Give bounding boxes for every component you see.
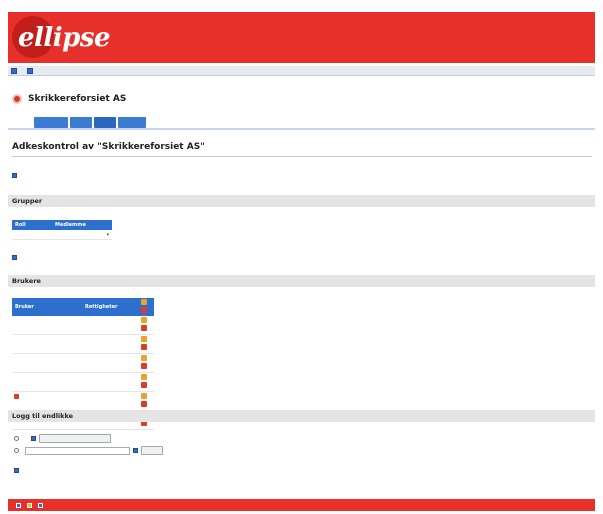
footer-bar	[8, 499, 595, 511]
user-rights	[82, 391, 138, 411]
edit-icon	[141, 299, 147, 305]
logo-text: ellipse	[18, 23, 111, 53]
table-row[interactable]	[12, 353, 154, 373]
tab-bar	[34, 117, 146, 128]
option-2-radio[interactable]	[14, 448, 19, 453]
delete-icon	[141, 307, 147, 313]
tab-2[interactable]	[70, 117, 92, 128]
groups-table: Roll Medlemme ▾	[12, 220, 112, 240]
option-2-row	[14, 446, 163, 455]
option-1-radio[interactable]	[14, 436, 19, 441]
page-title: Adkeskontrol av "Skrikkereforsiet AS"	[12, 142, 205, 152]
row-actions	[138, 316, 154, 335]
table-row[interactable]	[12, 334, 154, 354]
info-line	[12, 173, 20, 178]
tab-3[interactable]	[94, 117, 116, 128]
app-header: ellipse	[8, 12, 595, 63]
user-rights	[82, 334, 138, 354]
tab-underline	[8, 128, 595, 130]
column-header[interactable]: Rettigheter	[82, 298, 138, 316]
table-row[interactable]: ▾	[12, 230, 112, 240]
tab-4[interactable]	[118, 117, 146, 128]
row-actions	[138, 353, 154, 373]
record-header: Skrikkereforsiet AS	[12, 94, 126, 104]
column-header[interactable]: Bruker	[12, 298, 82, 316]
delete-icon[interactable]	[141, 325, 147, 331]
footer-icon	[38, 502, 43, 508]
user-rights	[82, 372, 138, 392]
group-member-cell: ▾	[52, 230, 112, 240]
info-icon	[12, 173, 17, 178]
option-2-input[interactable]	[25, 446, 130, 455]
footer-icon	[27, 502, 32, 508]
info-icon	[31, 436, 36, 441]
section-inheritance: Logg til endlikke	[8, 410, 595, 422]
tab-1[interactable]	[34, 117, 68, 128]
footer-icon	[16, 502, 21, 508]
footer-item[interactable]	[27, 502, 34, 508]
toolbar-item[interactable]	[27, 67, 35, 74]
section-users: Brukere	[8, 275, 595, 287]
option-1-row	[14, 434, 111, 443]
edit-icon[interactable]	[141, 317, 147, 323]
record-icon	[12, 94, 22, 104]
user-name	[12, 353, 82, 373]
footer-item[interactable]	[16, 502, 23, 508]
user-name	[12, 334, 82, 354]
table-row[interactable]	[12, 316, 154, 335]
edit-icon[interactable]	[141, 374, 147, 380]
row-actions	[138, 391, 154, 411]
footer-item[interactable]	[38, 502, 45, 508]
save-link[interactable]	[14, 468, 22, 473]
delete-icon[interactable]	[141, 401, 147, 407]
column-header-actions	[138, 298, 154, 316]
logo[interactable]: ellipse	[12, 16, 111, 58]
user-rights	[82, 353, 138, 373]
toolbar-icon	[27, 67, 33, 74]
add-icon	[12, 255, 17, 260]
user-name	[12, 316, 82, 335]
top-toolbar	[8, 66, 595, 76]
group-role-cell	[12, 230, 52, 240]
add-user-link[interactable]	[14, 394, 22, 399]
save-icon	[14, 468, 19, 473]
row-actions	[138, 334, 154, 354]
delete-icon[interactable]	[141, 344, 147, 350]
edit-icon[interactable]	[141, 355, 147, 361]
user-name	[12, 372, 82, 392]
edit-icon[interactable]	[141, 393, 147, 399]
column-header[interactable]: Roll	[12, 220, 52, 230]
section-groups: Grupper	[8, 195, 595, 207]
user-rights	[82, 316, 138, 335]
record-title: Skrikkereforsiet AS	[28, 94, 127, 104]
table-row[interactable]	[12, 372, 154, 392]
chevron-down-icon[interactable]: ▾	[106, 232, 109, 238]
table-row[interactable]	[12, 391, 154, 411]
toolbar-icon	[11, 67, 17, 74]
search-icon[interactable]	[133, 448, 138, 453]
add-icon	[14, 394, 19, 399]
row-actions	[138, 372, 154, 392]
option-1-button[interactable]	[39, 434, 111, 443]
user-name	[12, 391, 82, 411]
delete-icon[interactable]	[141, 363, 147, 369]
option-2-button[interactable]	[141, 446, 163, 455]
column-header[interactable]: Medlemme	[52, 220, 112, 230]
delete-icon[interactable]	[141, 382, 147, 388]
edit-icon[interactable]	[141, 336, 147, 342]
add-group-link[interactable]	[12, 255, 20, 260]
toolbar-item[interactable]	[11, 67, 19, 74]
divider	[12, 156, 592, 157]
